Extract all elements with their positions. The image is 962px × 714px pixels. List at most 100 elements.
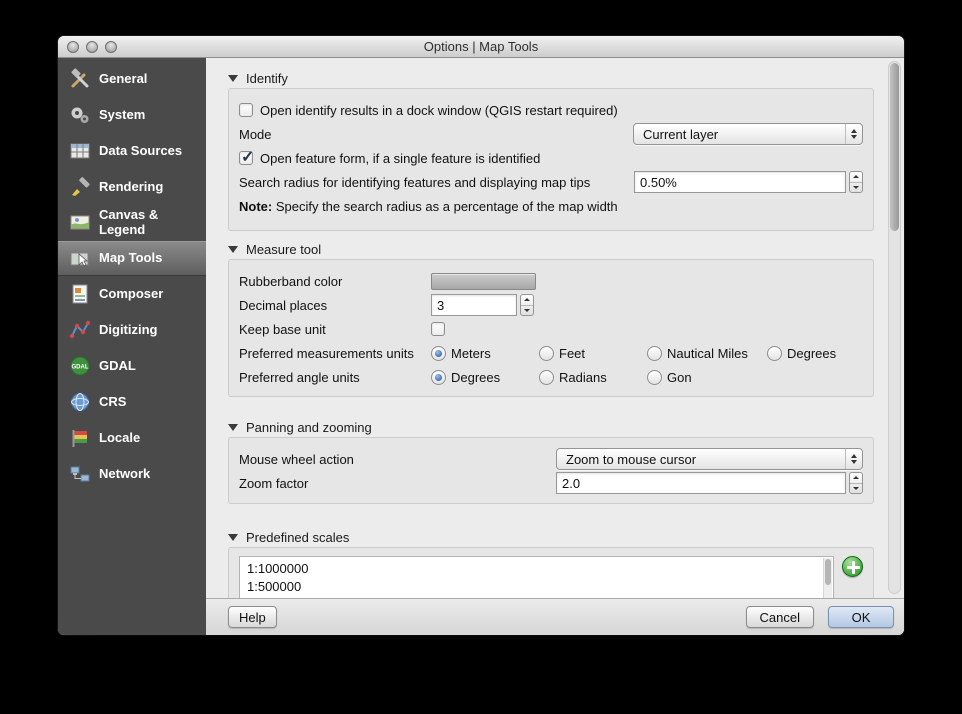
radio-nautical-miles[interactable]: Nautical Miles	[647, 346, 767, 361]
button-bar: Help Cancel OK	[206, 598, 904, 635]
sidebar: General System Data Sources Rendering Ca…	[58, 58, 206, 635]
brush-icon	[68, 175, 92, 199]
decimal-places-input[interactable]	[431, 294, 517, 316]
sidebar-item-canvas-legend[interactable]: Canvas & Legend	[58, 205, 206, 241]
network-icon	[68, 462, 92, 486]
section-header-identify[interactable]: Identify	[228, 71, 874, 86]
digitizing-icon	[68, 318, 92, 342]
minimize-button[interactable]	[86, 41, 98, 53]
keep-base-unit-checkbox[interactable]	[431, 322, 445, 336]
sidebar-item-gdal[interactable]: GDAL GDAL	[58, 348, 206, 384]
decimal-places-label: Decimal places	[239, 298, 431, 313]
disclosure-triangle-icon	[228, 75, 238, 82]
radio-icon	[539, 346, 554, 361]
table-icon	[68, 139, 92, 163]
radio-radians[interactable]: Radians	[539, 370, 647, 385]
rubberband-color-well[interactable]	[431, 273, 536, 290]
mode-label: Mode	[239, 127, 633, 142]
search-radius-label: Search radius for identifying features a…	[239, 175, 634, 190]
measure-units-label: Preferred measurements units	[239, 346, 431, 361]
angle-units-label: Preferred angle units	[239, 370, 431, 385]
scroll-area: Identify Open identify results in a dock…	[206, 58, 904, 598]
scale-list-item[interactable]: 1:500000	[247, 577, 826, 595]
zoom-button[interactable]	[105, 41, 117, 53]
canvas-icon	[68, 211, 92, 235]
radio-icon	[539, 370, 554, 385]
sidebar-item-rendering[interactable]: Rendering	[58, 169, 206, 205]
mouse-wheel-label: Mouse wheel action	[239, 452, 556, 467]
sidebar-item-general[interactable]: General	[58, 61, 206, 97]
sidebar-item-map-tools[interactable]: Map Tools	[58, 241, 206, 276]
window-title: Options | Map Tools	[58, 39, 904, 54]
mouse-wheel-dropdown-value: Zoom to mouse cursor	[566, 452, 696, 467]
radio-meters[interactable]: Meters	[431, 346, 539, 361]
scales-group: 1:1000000 1:500000	[228, 547, 874, 598]
feature-form-checkbox[interactable]	[239, 151, 253, 165]
search-radius-stepper[interactable]	[849, 171, 863, 193]
vertical-scrollbar[interactable]	[888, 61, 901, 594]
content-pane: Identify Open identify results in a dock…	[206, 58, 904, 635]
search-radius-note: Note: Specify the search radius as a per…	[239, 195, 863, 217]
composer-icon	[68, 282, 92, 306]
radio-degrees-units[interactable]: Degrees	[767, 346, 836, 361]
map-cursor-icon	[68, 247, 92, 271]
zoom-factor-stepper[interactable]	[849, 472, 863, 494]
section-header-scales[interactable]: Predefined scales	[228, 530, 874, 545]
radio-icon	[431, 370, 446, 385]
titlebar[interactable]: Options | Map Tools	[58, 36, 904, 58]
zoom-factor-label: Zoom factor	[239, 476, 556, 491]
feature-form-label: Open feature form, if a single feature i…	[260, 151, 540, 166]
flag-icon	[68, 426, 92, 450]
section-header-panning[interactable]: Panning and zooming	[228, 420, 874, 435]
radio-icon	[647, 370, 662, 385]
radio-degrees-angle[interactable]: Degrees	[431, 370, 539, 385]
predefined-scales-list[interactable]: 1:1000000 1:500000	[239, 556, 834, 598]
gdal-icon: GDAL	[68, 354, 92, 378]
help-button[interactable]: Help	[228, 606, 277, 628]
popup-arrows-icon	[845, 124, 862, 144]
options-window: Options | Map Tools General System Data …	[58, 36, 904, 635]
dock-window-checkbox[interactable]	[239, 103, 253, 117]
sidebar-item-locale[interactable]: Locale	[58, 420, 206, 456]
cancel-button[interactable]: Cancel	[746, 606, 814, 628]
disclosure-triangle-icon	[228, 534, 238, 541]
add-scale-button[interactable]	[842, 556, 863, 577]
sidebar-item-network[interactable]: Network	[58, 456, 206, 492]
mouse-wheel-dropdown[interactable]: Zoom to mouse cursor	[556, 448, 863, 470]
radio-icon	[767, 346, 782, 361]
mode-dropdown-value: Current layer	[643, 127, 718, 142]
mode-dropdown[interactable]: Current layer	[633, 123, 863, 145]
decimal-places-stepper[interactable]	[520, 294, 534, 316]
scrollbar-thumb[interactable]	[890, 63, 899, 231]
tools-icon	[68, 67, 92, 91]
panning-group: Mouse wheel action Zoom to mouse cursor …	[228, 437, 874, 504]
scale-list-item[interactable]: 1:1000000	[247, 559, 826, 577]
globe-icon	[68, 390, 92, 414]
keep-base-unit-label: Keep base unit	[239, 322, 431, 337]
sidebar-item-digitizing[interactable]: Digitizing	[58, 312, 206, 348]
radio-icon	[647, 346, 662, 361]
scales-list-scrollbar[interactable]	[823, 558, 832, 598]
measure-group: Rubberband color Decimal places Keep bas…	[228, 259, 874, 397]
gears-icon	[68, 103, 92, 127]
disclosure-triangle-icon	[228, 246, 238, 253]
sidebar-item-system[interactable]: System	[58, 97, 206, 133]
ok-button[interactable]: OK	[828, 606, 894, 628]
radio-gon[interactable]: Gon	[647, 370, 692, 385]
sidebar-item-composer[interactable]: Composer	[58, 276, 206, 312]
section-header-measure[interactable]: Measure tool	[228, 242, 874, 257]
identify-group: Open identify results in a dock window (…	[228, 88, 874, 231]
svg-text:GDAL: GDAL	[72, 365, 89, 371]
radio-icon	[431, 346, 446, 361]
window-controls	[67, 41, 117, 53]
zoom-factor-input[interactable]	[556, 472, 846, 494]
close-button[interactable]	[67, 41, 79, 53]
dock-window-label: Open identify results in a dock window (…	[260, 103, 618, 118]
disclosure-triangle-icon	[228, 424, 238, 431]
search-radius-input[interactable]	[634, 171, 846, 193]
sidebar-item-crs[interactable]: CRS	[58, 384, 206, 420]
radio-feet[interactable]: Feet	[539, 346, 647, 361]
sidebar-item-data-sources[interactable]: Data Sources	[58, 133, 206, 169]
rubberband-color-label: Rubberband color	[239, 274, 431, 289]
popup-arrows-icon	[845, 449, 862, 469]
